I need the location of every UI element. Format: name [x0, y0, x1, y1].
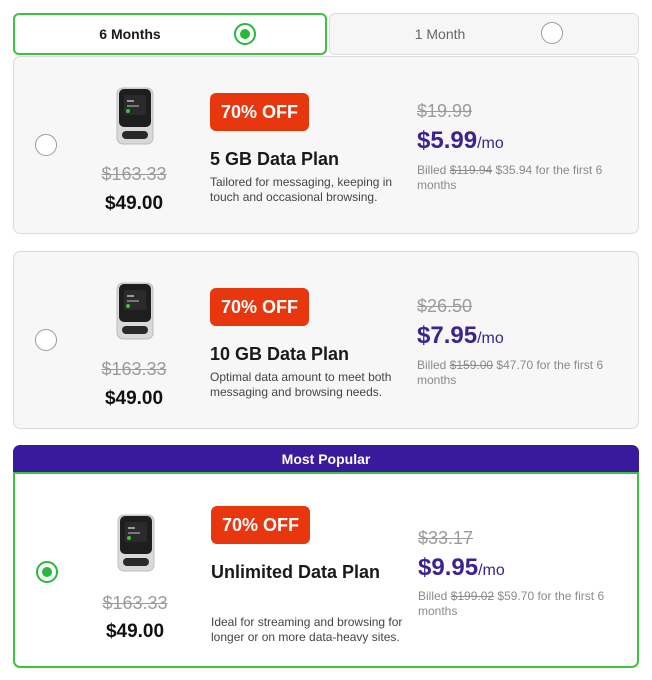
tab-1-month[interactable]: 1 Month	[329, 13, 639, 55]
plan-card-10gb[interactable]: $163.33 $49.00 70% OFF 10 GB Data Plan O…	[13, 251, 639, 429]
tab-radio-selected[interactable]	[234, 23, 256, 45]
hotspot-device-icon	[116, 87, 154, 145]
hotspot-device-icon	[116, 282, 154, 340]
plan-description: Tailored for messaging, keeping in touch…	[210, 175, 393, 204]
discount-badge: 70% OFF	[210, 288, 310, 326]
old-total-price: $163.33	[102, 593, 168, 613]
most-popular-banner: Most Popular	[13, 445, 639, 472]
new-total-price: $49.00	[104, 193, 164, 214]
old-monthly-price: $33.17	[418, 528, 474, 548]
plan-radio[interactable]	[35, 134, 57, 156]
old-monthly-price: $26.50	[417, 296, 473, 316]
old-monthly-price: $19.99	[417, 101, 473, 121]
plan-name: Unlimited Data Plan	[211, 562, 381, 582]
discount-badge: 70% OFF	[210, 93, 310, 131]
monthly-price: $7.95/mo	[417, 322, 504, 349]
old-total-price: $163.33	[101, 164, 167, 184]
plan-name: 10 GB Data Plan	[210, 344, 350, 364]
new-total-price: $49.00	[104, 388, 164, 409]
plan-description: Ideal for streaming and browsing for lon…	[211, 615, 403, 644]
plan-card-unlimited[interactable]: $163.33 $49.00 70% OFF Unlimited Data Pl…	[13, 472, 639, 668]
monthly-price: $9.95/mo	[418, 554, 505, 581]
billing-note: Billed $119.94 $35.94 for the first 6 mo…	[417, 163, 603, 192]
tab-label: 1 Month	[414, 26, 466, 42]
plan-radio[interactable]	[35, 329, 57, 351]
discount-badge: 70% OFF	[211, 506, 311, 544]
monthly-price: $5.99/mo	[417, 127, 504, 154]
tab-6-months[interactable]: 6 Months	[13, 13, 327, 55]
billing-note: Billed $159.00 $47.70 for the first 6 mo…	[417, 358, 604, 387]
plan-card-5gb[interactable]: $163.33 $49.00 70% OFF 5 GB Data Plan Ta…	[13, 56, 639, 234]
billing-note: Billed $199.02 $59.70 for the first 6 mo…	[418, 589, 605, 618]
hotspot-device-icon	[117, 514, 155, 572]
banner-label: Most Popular	[281, 450, 371, 467]
old-total-price: $163.33	[101, 359, 167, 379]
tab-radio[interactable]	[541, 22, 563, 44]
tab-label: 6 Months	[99, 26, 161, 42]
plan-description: Optimal data amount to meet both messagi…	[210, 370, 392, 399]
plan-radio-selected[interactable]	[36, 561, 58, 583]
plan-name: 5 GB Data Plan	[210, 149, 340, 169]
new-total-price: $49.00	[105, 621, 165, 642]
